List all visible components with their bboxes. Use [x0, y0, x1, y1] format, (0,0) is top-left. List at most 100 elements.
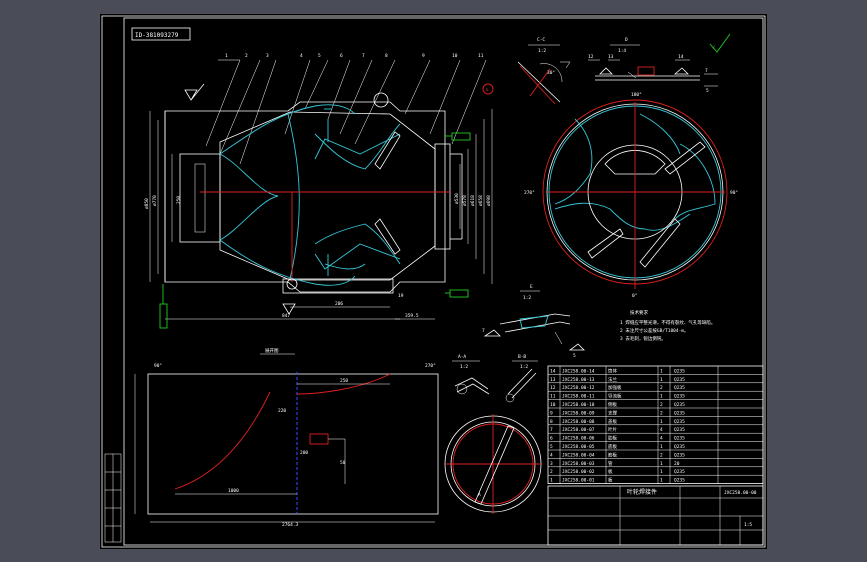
dim-text: 19 [398, 293, 404, 299]
bom-cell: JXC258.00-09 [562, 410, 595, 416]
angle-label: 0° [632, 293, 638, 299]
bom-row: 8 JXC258.00-08 盖板 1 Q235 [550, 418, 685, 425]
binding-strip [104, 453, 122, 543]
bom-cell: Q235 [674, 469, 685, 475]
surface-finish-icon [184, 83, 205, 101]
part-number: 4 [300, 53, 303, 59]
bom-cell: 管 [608, 460, 613, 467]
inner-frame [123, 17, 764, 546]
angle-label: 270° [524, 190, 535, 196]
dimension-lines: 206 847 359.5 19 ø850 ø770 250 ø530 ø578… [144, 109, 493, 320]
bom-cell: Q235 [674, 402, 685, 408]
bom-cell: Q235 [674, 427, 685, 433]
angle-label: 270° [425, 363, 436, 369]
note-line: 3 去毛刺，锐边倒钝。 [620, 335, 666, 342]
dim-text: 206 [335, 301, 343, 307]
notes-title: 技术要求 [630, 309, 648, 316]
view-d: D 1:4 12 13 14 7 5 ✓ [588, 33, 731, 94]
bom-row: 11 JXC258.00-11 导流板 1 Q235 [550, 393, 685, 400]
note-line: 1 焊缝应平整光滑，不得有裂纹、气孔等缺陷。 [620, 319, 715, 326]
svg-text:ø658: ø658 [478, 195, 484, 206]
bom-cell: 底板 [608, 443, 617, 450]
view-cc: C-C 1:2 30° [517, 37, 571, 105]
technical-notes: 技术要求 1 焊缝应平整光滑，不得有裂纹、气孔等缺陷。 2 未注尺寸公差按GB/… [620, 309, 715, 342]
svg-text:ø618: ø618 [470, 195, 476, 206]
bom-cell: 盖板 [608, 418, 617, 425]
bom-cell: Q235 [674, 419, 685, 425]
view-bb: B-B 1:2 [505, 354, 538, 403]
bom-cell: Q235 [674, 377, 685, 383]
bom-cell: 7 [550, 427, 553, 433]
bom-cell: 11 [550, 394, 556, 400]
view-e: E 1:2 7 5 [482, 284, 585, 359]
bom-cell: 2 [660, 410, 663, 416]
part-number: 7 [362, 53, 365, 59]
title-name: 叶轮焊接件 [627, 488, 657, 496]
svg-text:A: A [486, 88, 489, 94]
svg-text:250: 250 [176, 196, 182, 204]
bottom-plate [282, 278, 394, 294]
small-circle-view: A [444, 414, 542, 514]
view-label: E [530, 284, 533, 290]
view-aa: A-A 1:2 [452, 354, 490, 395]
bom-cell: JXC258.00-11 [562, 394, 595, 400]
bom-cell: 5 [550, 444, 553, 450]
bom-cell: 1 [660, 478, 663, 484]
drawing-sheet[interactable]: ID-381093279 1 2 3 4 5 6 7 8 9 10 11 206… [100, 14, 767, 549]
svg-text:A: A [478, 492, 481, 498]
bom-row: 12 JXC258.00-12 加强板 2 Q235 [550, 384, 685, 391]
blade-curve-upper [219, 104, 356, 155]
part-number: 14 [678, 54, 684, 60]
bom-cell: 法兰 [608, 376, 617, 383]
bom-cell: 6 [550, 436, 553, 442]
bom-cell: JXC258.00-07 [562, 427, 595, 433]
development-curve-left [174, 391, 271, 490]
bom-cell: JXC258.00-14 [562, 368, 595, 374]
bom-cell: JXC258.00-08 [562, 419, 595, 425]
bom-cell: 2 [660, 452, 663, 458]
development-frame [147, 373, 439, 515]
main-section-view: 1 2 3 4 5 6 7 8 9 10 11 206 847 359.5 19… [144, 53, 494, 329]
view-scale: 1:2 [520, 364, 528, 370]
bom-cell: JXC258.00-04 [562, 452, 595, 458]
outer-frame [101, 15, 766, 548]
view-title: 展开图 [265, 348, 279, 354]
bom-cell: 9 [550, 410, 553, 416]
part-number-leaders: 1 2 3 4 5 6 7 8 9 10 11 [205, 53, 487, 165]
dim-text: 50 [340, 460, 346, 466]
angle-label: 90° [154, 363, 162, 369]
bom-row: 14 JXC258.00-14 筒体 1 Q235 [550, 367, 685, 374]
part-number: 12 [588, 54, 594, 60]
svg-text:ø698: ø698 [486, 195, 492, 206]
view-scale: 1:2 [523, 295, 531, 301]
svg-text:5: 5 [706, 88, 709, 94]
bom-cell: 板 [608, 477, 613, 484]
bom-cell: 4 [660, 436, 663, 442]
bom-cell: 4 [550, 452, 553, 458]
bom-cell: 1 [660, 444, 663, 450]
bom-cell: JXC258.00-06 [562, 436, 595, 442]
bom-cell: JXC258.00-12 [562, 385, 595, 391]
bom-cell: 14 [550, 368, 556, 374]
dim-text: 220 [278, 408, 286, 414]
right-flange [434, 143, 451, 250]
bom-cell: 1 [660, 368, 663, 374]
id-label: ID-381093279 [135, 32, 179, 39]
bom-row: 9 JXC258.00-09 支撑 2 Q235 [550, 409, 685, 416]
view-label: C-C [537, 37, 545, 43]
bom-cell: 叶片 [608, 426, 617, 433]
dim-text: 359.5 [405, 313, 419, 319]
cad-viewport[interactable]: ID-381093279 1 2 3 4 5 6 7 8 9 10 11 206… [0, 0, 867, 562]
bom-cell: JXC258.00-03 [562, 461, 595, 467]
svg-text:✓: ✓ [712, 44, 716, 51]
bom-cell: 1 [660, 469, 663, 475]
bom-cell: 8 [550, 419, 553, 425]
bom-cell: 10 [550, 402, 556, 408]
part-number: 8 [385, 53, 388, 59]
bom-table: 14 JXC258.00-14 筒体 1 Q23513 JXC258.00-13 法兰 1 Q2… [547, 365, 764, 484]
part-number: 10 [452, 53, 458, 59]
svg-text:ø530: ø530 [454, 193, 460, 204]
bom-cell: 1 [660, 394, 663, 400]
bom-cell: 筋板 [608, 451, 617, 458]
bom-cell: 肋板 [608, 435, 617, 442]
